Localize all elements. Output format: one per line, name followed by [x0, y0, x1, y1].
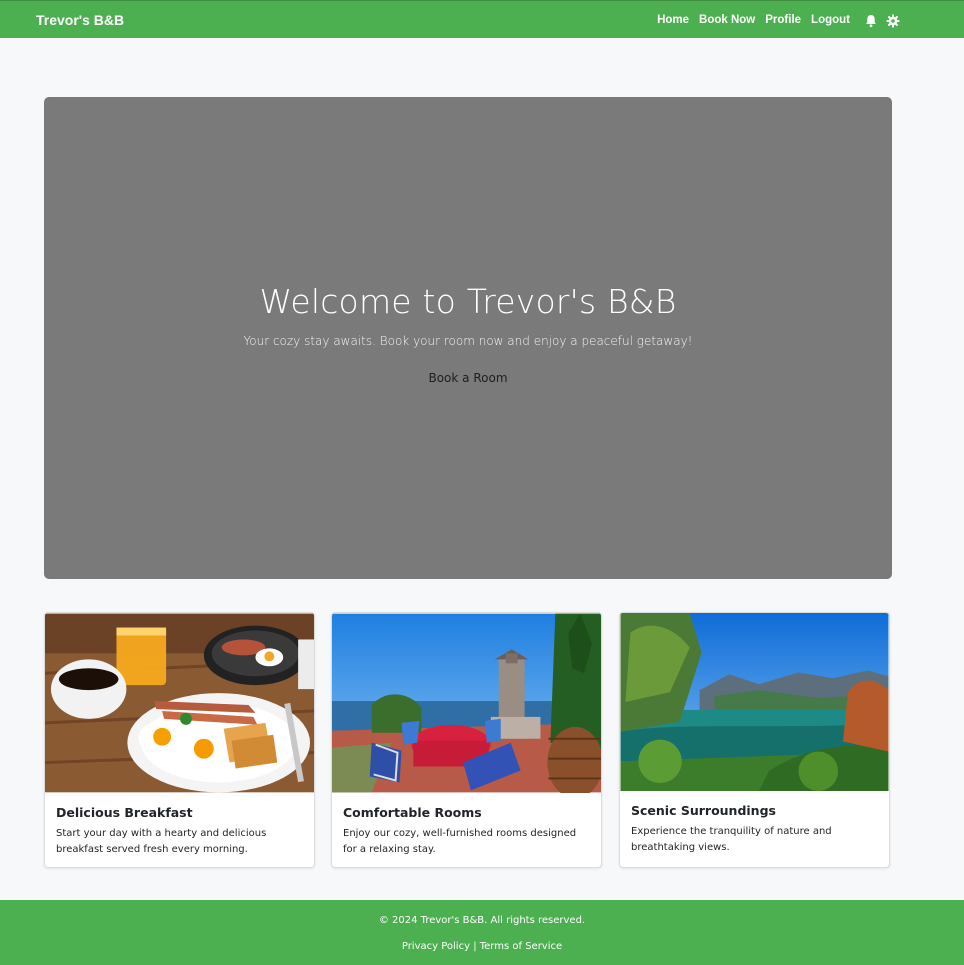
hero-banner: Welcome to Trevor's B&B Your cozy stay a… — [44, 97, 892, 579]
breakfast-image — [45, 613, 314, 793]
card-title: Comfortable Rooms — [343, 805, 482, 820]
hero-title: Welcome to Trevor's B&B — [259, 282, 677, 321]
card-title: Scenic Surroundings — [631, 803, 776, 818]
terms-of-service-link[interactable]: Terms of Service — [480, 941, 562, 952]
feature-card-breakfast: Delicious Breakfast Start your day with … — [44, 612, 315, 868]
footer-links: Privacy Policy | Terms of Service — [0, 941, 964, 952]
footer: © 2024 Trevor's B&B. All rights reserved… — [0, 900, 964, 965]
card-text: Experience the tranquility of nature and… — [631, 826, 832, 853]
card-text: Enjoy our cozy, well-furnished rooms des… — [343, 828, 577, 855]
card-title: Delicious Breakfast — [56, 805, 193, 820]
feature-card-rooms: Comfortable Rooms Enjoy our cozy, well-f… — [331, 612, 602, 868]
copyright-text: © 2024 Trevor's B&B. All rights reserved… — [378, 915, 586, 926]
footer-separator: | — [473, 941, 477, 952]
brand-logo-link[interactable]: Trevor's B&B — [36, 12, 124, 28]
book-room-button[interactable]: Book a Room — [418, 368, 518, 388]
card-text: Start your day with a hearty and delicio… — [56, 828, 267, 855]
scenic-image — [620, 613, 889, 791]
feature-card-scenic: Scenic Surroundings Experience the tranq… — [619, 612, 890, 868]
nav-link-book-now[interactable]: Book Now — [699, 14, 755, 26]
gear-icon[interactable] — [886, 13, 900, 28]
top-navbar: Trevor's B&B Home Book Now Profile Logou… — [0, 0, 964, 38]
nav-link-home[interactable]: Home — [657, 14, 689, 26]
nav-link-profile[interactable]: Profile — [765, 14, 801, 26]
nav-links: Home Book Now Profile Logout — [657, 1, 964, 39]
nav-link-logout[interactable]: Logout — [811, 14, 850, 26]
rooms-image — [332, 613, 601, 793]
bell-icon[interactable] — [864, 13, 878, 28]
privacy-policy-link[interactable]: Privacy Policy — [402, 941, 470, 952]
hero-subtitle: Your cozy stay awaits. Book your room no… — [243, 334, 693, 348]
